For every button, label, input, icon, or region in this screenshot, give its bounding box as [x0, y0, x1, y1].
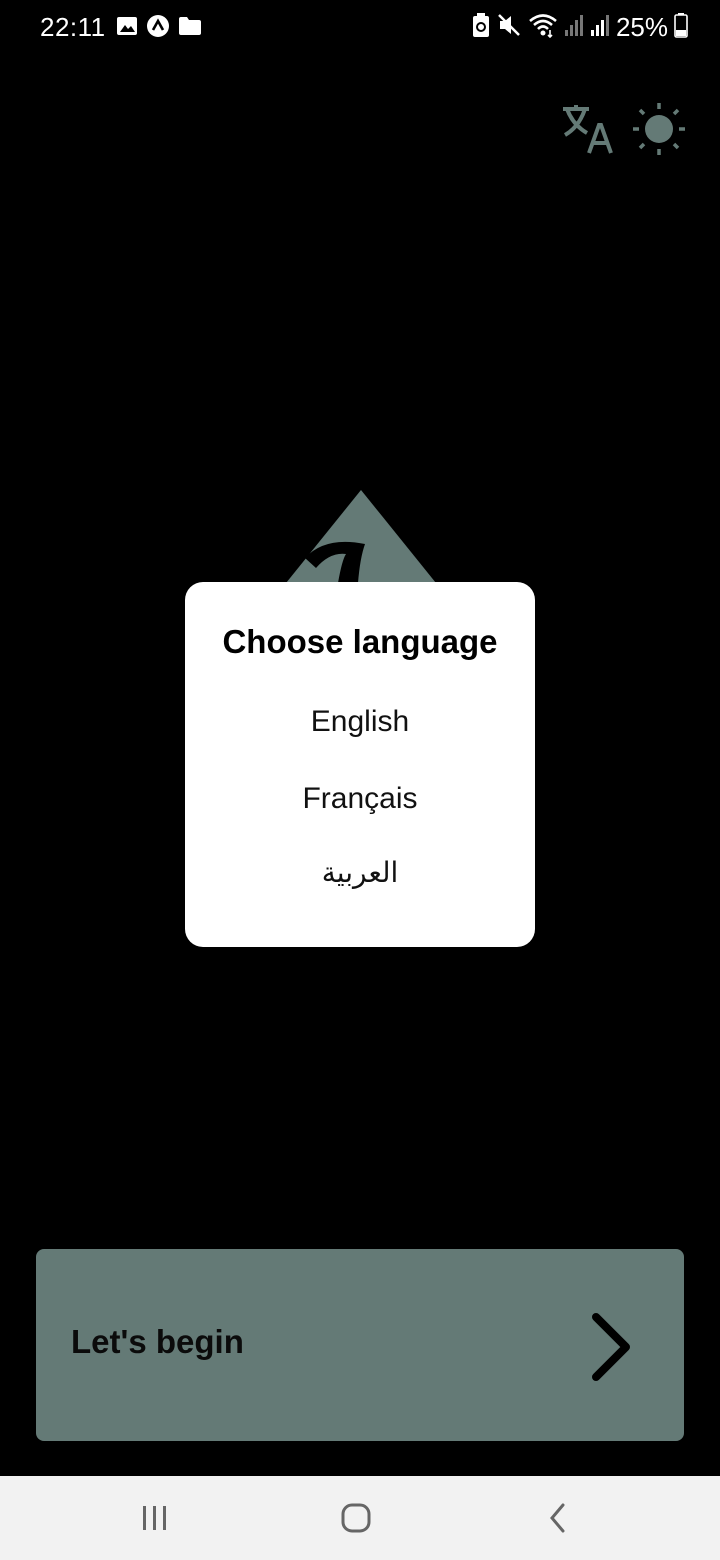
- begin-button[interactable]: Let's begin: [36, 1249, 684, 1441]
- status-bar: 22:11 25%: [0, 0, 720, 56]
- recent-apps-icon: [140, 1504, 170, 1537]
- app-notification-icon: [146, 14, 170, 43]
- folder-icon: [178, 15, 202, 42]
- battery-icon: [674, 12, 688, 43]
- battery-saver-icon: [472, 12, 490, 43]
- language-option-arabic[interactable]: العربية: [185, 853, 535, 893]
- back-button[interactable]: [528, 1500, 588, 1540]
- back-icon: [546, 1502, 570, 1539]
- recent-apps-button[interactable]: [125, 1500, 185, 1540]
- translate-icon: [559, 101, 615, 162]
- home-icon: [340, 1502, 372, 1539]
- dialog-title: Choose language: [222, 623, 498, 660]
- screen: 22:11 25% Choose language English França…: [0, 0, 720, 1560]
- mute-icon: [496, 12, 522, 43]
- signal-icon: [590, 13, 610, 42]
- signal-icon: [564, 13, 584, 42]
- status-right: 25%: [472, 12, 688, 43]
- home-button[interactable]: [326, 1500, 386, 1540]
- top-actions: [558, 100, 688, 162]
- status-left-icons: [116, 14, 202, 43]
- battery-percentage: 25%: [615, 12, 668, 42]
- translate-button[interactable]: [558, 100, 616, 162]
- chevron-right-icon: [588, 1311, 636, 1388]
- language-option-french[interactable]: Français: [185, 779, 535, 819]
- language-dialog: Choose language English Français العربية: [185, 582, 535, 947]
- theme-toggle-button[interactable]: [630, 100, 688, 162]
- begin-button-label: Let's begin: [71, 1323, 244, 1360]
- wifi-icon: [528, 12, 558, 43]
- language-option-english[interactable]: English: [185, 702, 535, 742]
- navigation-bar: [0, 1476, 720, 1560]
- sun-icon: [631, 101, 687, 162]
- gallery-icon: [116, 15, 138, 42]
- status-time: 22:11: [40, 12, 106, 42]
